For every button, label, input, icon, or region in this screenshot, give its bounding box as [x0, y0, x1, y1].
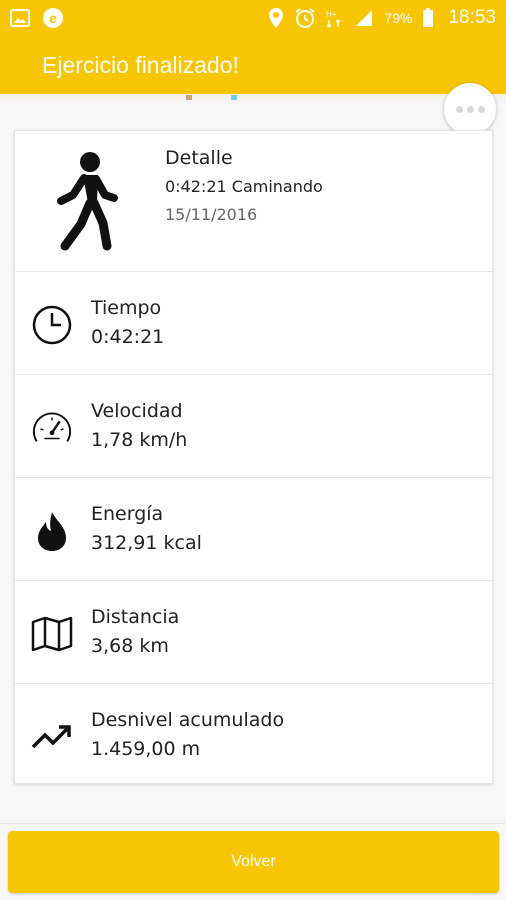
stat-row-speed: Velocidad 1,78 km/h	[15, 375, 492, 478]
detail-date: 15/11/2016	[165, 205, 258, 224]
stat-value: 0:42:21	[91, 326, 165, 348]
image-icon	[10, 9, 30, 27]
stat-label: Tiempo	[91, 297, 162, 319]
stat-row-energy: Energía 312,91 kcal	[15, 478, 492, 581]
footer-divider	[0, 823, 506, 824]
stat-label: Desnivel acumulado	[91, 709, 285, 731]
stat-value: 1.459,00 m	[91, 738, 201, 760]
stat-value: 312,91 kcal	[91, 532, 202, 554]
stat-label: Energía	[91, 503, 164, 525]
battery-percent: 79%	[384, 10, 413, 26]
exercise-summary-card: Detalle 0:42:21 Caminando 15/11/2016 Tie…	[14, 130, 493, 784]
status-time: 18:53	[448, 7, 496, 28]
more-options-button[interactable]	[444, 83, 496, 135]
walking-person-icon	[53, 151, 119, 255]
hd-signal-icon: H+	[326, 8, 344, 28]
stat-value: 1,78 km/h	[91, 429, 188, 451]
map-icon	[31, 613, 73, 655]
cell-signal-icon	[354, 8, 374, 28]
status-bar: e H+ 79% 18:53	[0, 0, 506, 36]
flame-icon	[31, 510, 73, 552]
stat-value: 3,68 km	[91, 635, 169, 657]
stat-row-time: Tiempo 0:42:21	[15, 272, 492, 375]
stat-row-elevation: Desnivel acumulado 1.459,00 m	[15, 684, 492, 787]
battery-icon	[422, 8, 434, 28]
dot-icon	[455, 105, 463, 113]
detail-title: Detalle	[165, 147, 233, 169]
detail-header: Detalle 0:42:21 Caminando 15/11/2016	[15, 131, 492, 272]
svg-text:e: e	[49, 10, 57, 26]
stat-row-distance: Distancia 3,68 km	[15, 581, 492, 684]
trending-up-icon	[31, 716, 73, 758]
alarm-icon	[294, 7, 316, 29]
app-e-icon: e	[42, 7, 64, 29]
location-pin-icon	[268, 7, 284, 29]
svg-text:H+: H+	[326, 10, 337, 19]
dot-icon	[477, 105, 485, 113]
dot-icon	[466, 105, 474, 113]
stat-label: Velocidad	[91, 400, 183, 422]
app-bar: Ejercicio finalizado!	[0, 36, 506, 94]
clock-icon	[31, 304, 73, 346]
page-title: Ejercicio finalizado!	[42, 51, 239, 78]
map-background	[0, 94, 506, 104]
detail-subtitle: 0:42:21 Caminando	[165, 177, 323, 196]
volver-button[interactable]: Volver	[8, 831, 499, 893]
speedometer-icon	[31, 407, 73, 449]
stat-label: Distancia	[91, 606, 180, 628]
